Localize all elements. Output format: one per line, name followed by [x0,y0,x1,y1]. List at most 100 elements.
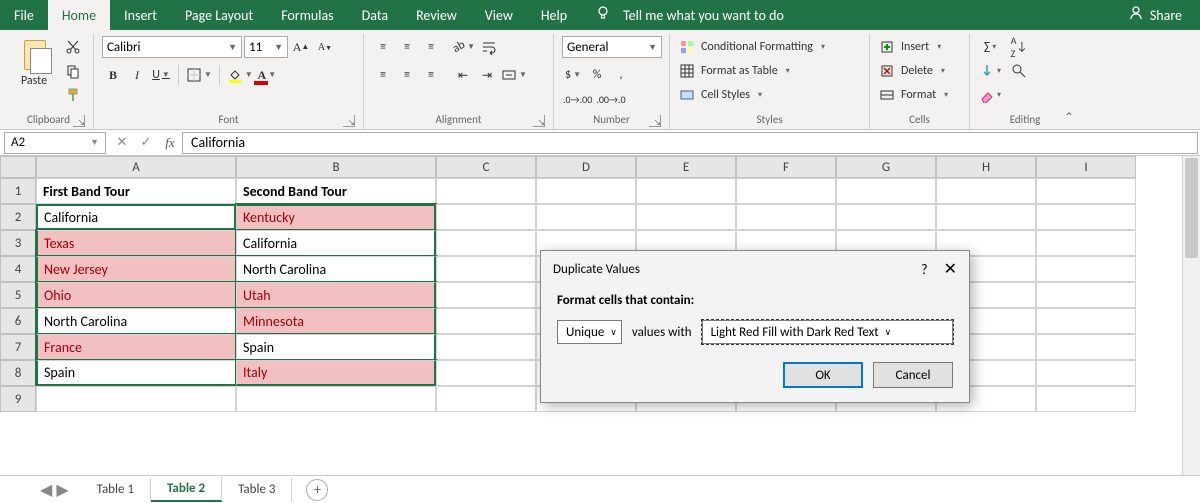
fill-button[interactable]: ▾ [978,60,1002,82]
col-header[interactable]: I [1036,156,1136,178]
comma-button[interactable]: , [610,64,632,86]
decrease-font-button[interactable]: A▼ [314,36,336,58]
cell[interactable] [436,360,536,386]
currency-button[interactable]: $▼ [562,64,584,86]
cell[interactable] [536,204,636,230]
tab-file[interactable]: File [0,0,48,30]
dialog-help-button[interactable]: ? [921,261,928,278]
tab-formulas[interactable]: Formulas [267,0,347,30]
cell[interactable] [436,386,536,412]
dialog-cancel-button[interactable]: Cancel [873,362,953,388]
cell[interactable]: Minnesota [236,308,436,334]
conditional-formatting-button[interactable]: Conditional Formatting▾ [678,36,861,58]
cell[interactable] [436,178,536,204]
cell[interactable]: First Band Tour [36,178,236,204]
row-header[interactable]: 5 [0,282,36,308]
cell[interactable] [236,386,436,412]
cell[interactable]: California [36,204,236,230]
cell[interactable]: North Carolina [236,256,436,282]
cell[interactable] [1036,204,1136,230]
cell[interactable] [836,178,936,204]
paste-button[interactable]: Paste [12,36,56,88]
sheet-tab-1[interactable]: Table 1 [81,478,151,501]
tab-page-layout[interactable]: Page Layout [171,0,267,30]
cell[interactable] [736,178,836,204]
align-middle-button[interactable]: ≡ [396,36,418,58]
sort-filter-button[interactable]: AZ↓ [1008,36,1030,58]
copy-button[interactable] [62,60,84,82]
increase-decimal-button[interactable]: .0→.00 [562,88,593,110]
cancel-formula-button[interactable]: ✕ [110,132,134,154]
sheet-tab-3[interactable]: Table 3 [222,478,292,501]
cell[interactable]: France [36,334,236,360]
cell-styles-button[interactable]: Cell Styles▾ [678,84,861,106]
cell[interactable] [1036,256,1136,282]
increase-indent-button[interactable]: ⇥ [476,64,498,86]
tab-view[interactable]: View [471,0,527,30]
align-bottom-button[interactable]: ≡ [420,36,442,58]
col-header[interactable]: G [836,156,936,178]
cell[interactable]: Italy [236,360,436,386]
number-format-select[interactable]: General▼ [562,36,662,58]
row-header[interactable]: 9 [0,386,36,412]
cell[interactable] [836,204,936,230]
cell[interactable] [736,204,836,230]
cell[interactable]: Spain [236,334,436,360]
cut-button[interactable] [62,36,84,58]
wrap-text-button[interactable] [478,36,500,58]
col-header[interactable]: A [36,156,236,178]
row-header[interactable]: 8 [0,360,36,386]
autosum-button[interactable]: ∑▾ [978,36,1002,58]
cell[interactable] [936,178,1036,204]
cell[interactable] [436,230,536,256]
cell[interactable]: Texas [36,230,236,256]
find-select-button[interactable] [1008,60,1030,82]
duplicate-mode-select[interactable]: Unique∨ [557,320,622,344]
fill-color-button[interactable]: ▼ [226,64,254,86]
cell[interactable]: Ohio [36,282,236,308]
align-top-button[interactable]: ≡ [372,36,394,58]
row-header[interactable]: 6 [0,308,36,334]
name-box[interactable]: A2▼ [4,132,106,154]
sheet-nav-next[interactable]: ▶ [56,480,68,500]
row-header[interactable]: 2 [0,204,36,230]
merge-button[interactable]: ▼ [500,64,528,86]
dialog-ok-button[interactable]: OK [783,362,863,388]
number-launcher[interactable] [649,115,661,127]
col-header[interactable]: B [236,156,436,178]
cell[interactable]: Second Band Tour [236,178,436,204]
format-painter-button[interactable] [62,84,84,106]
cell[interactable]: California [236,230,436,256]
increase-font-button[interactable]: A▲ [290,36,312,58]
decrease-decimal-button[interactable]: .00→.0 [595,88,626,110]
col-header[interactable]: F [736,156,836,178]
font-name-select[interactable]: Calibri▼ [102,36,242,58]
cell[interactable]: Utah [236,282,436,308]
tab-help[interactable]: Help [527,0,581,30]
cell[interactable] [1036,178,1136,204]
cell[interactable]: Spain [36,360,236,386]
col-header[interactable]: H [936,156,1036,178]
cell[interactable] [436,334,536,360]
cell[interactable] [436,204,536,230]
align-right-button[interactable]: ≡ [420,64,442,86]
tab-insert[interactable]: Insert [110,0,171,30]
cell[interactable] [1036,230,1136,256]
font-size-select[interactable]: 11▼ [244,36,288,58]
format-style-select[interactable]: Light Red Fill with Dark Red Text∨ [702,320,953,344]
tab-data[interactable]: Data [348,0,402,30]
align-center-button[interactable]: ≡ [396,64,418,86]
cell[interactable] [636,178,736,204]
tell-me[interactable]: Tell me what you want to do [581,0,798,30]
row-header[interactable]: 3 [0,230,36,256]
cell[interactable] [1036,334,1136,360]
font-color-button[interactable]: A▼ [256,64,278,86]
sheet-nav-prev[interactable]: ◀ [40,480,52,500]
clipboard-launcher[interactable] [73,115,85,127]
cell[interactable] [36,386,236,412]
percent-button[interactable]: % [586,64,608,86]
cell[interactable]: Kentucky [236,204,436,230]
tab-home[interactable]: Home [48,0,110,30]
share-button[interactable]: Share [1128,5,1200,25]
decrease-indent-button[interactable]: ⇤ [452,64,474,86]
